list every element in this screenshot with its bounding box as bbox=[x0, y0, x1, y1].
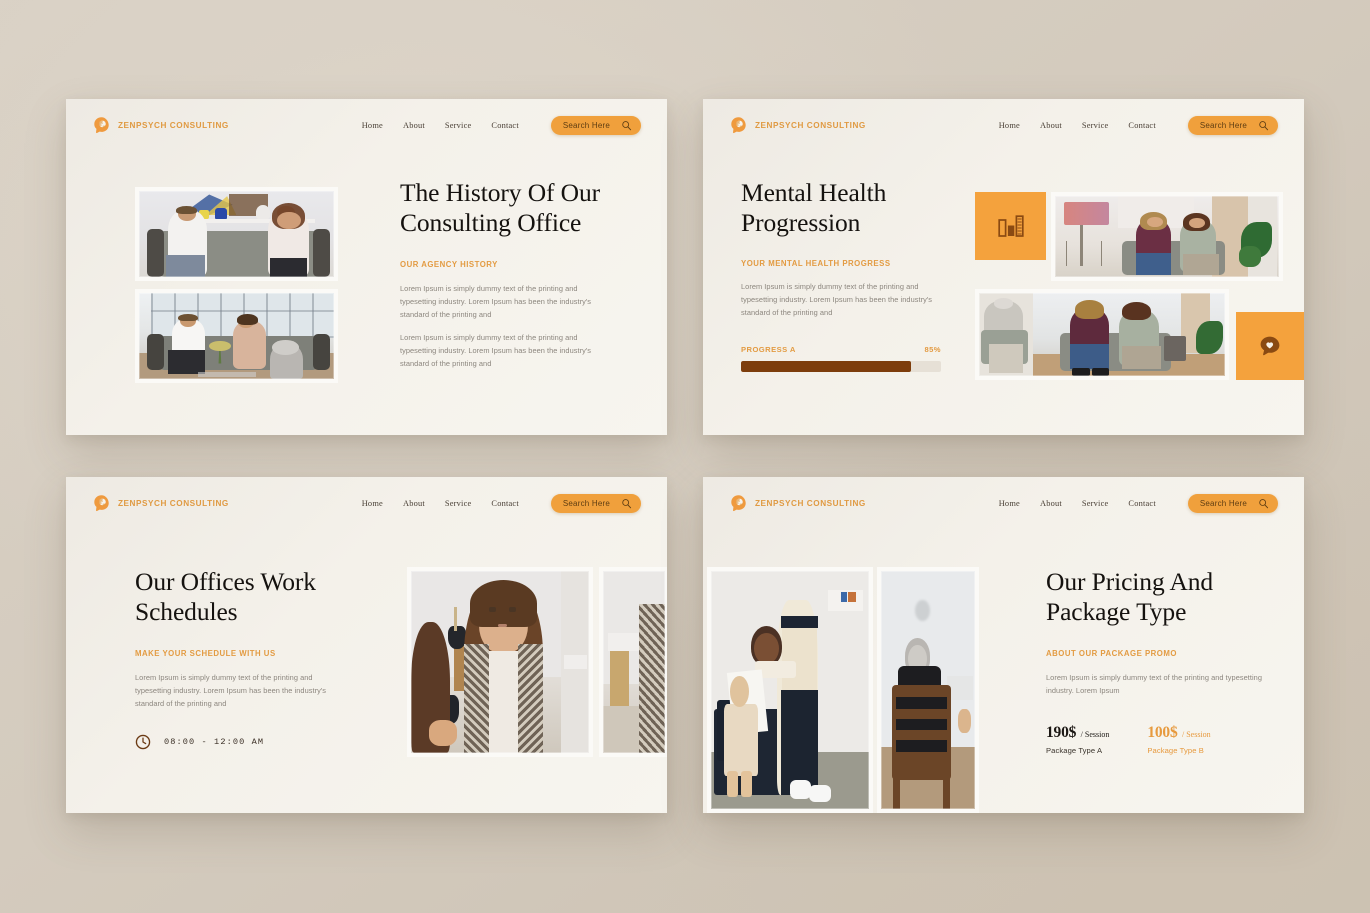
page-title: The History Of Our Consulting Office bbox=[400, 178, 601, 238]
nav-link-about[interactable]: About bbox=[1040, 121, 1062, 130]
photo-group-session bbox=[135, 289, 338, 383]
brain-head-icon bbox=[731, 116, 746, 133]
progress-block: PROGRESS A 85% bbox=[741, 345, 941, 373]
photo-counselor-portrait bbox=[407, 567, 593, 757]
brand-logo[interactable]: ZENPSYCH CONSULTING bbox=[92, 494, 229, 513]
brain-head-icon bbox=[94, 494, 109, 511]
search-button-label: Search Here bbox=[562, 498, 610, 508]
nav-link-service[interactable]: Service bbox=[445, 121, 472, 130]
nav-link-contact[interactable]: Contact bbox=[491, 499, 518, 508]
body-paragraph-1: Lorem Ipsum is simply dummy text of the … bbox=[400, 284, 592, 319]
package-a-amount: 190$ bbox=[1046, 723, 1077, 741]
package-a-unit: / Session bbox=[1080, 729, 1110, 739]
brand-name: ZENPSYCH CONSULTING bbox=[755, 120, 866, 130]
page-title: Mental Health Progression bbox=[741, 178, 887, 238]
search-button-label: Search Here bbox=[562, 120, 610, 130]
nav-link-about[interactable]: About bbox=[403, 121, 425, 130]
eyebrow-label: ABOUT OUR PACKAGE PROMO bbox=[1046, 649, 1177, 659]
body-paragraph-1: Lorem Ipsum is simply dummy text of the … bbox=[1046, 673, 1262, 695]
package-b-amount: 100$ bbox=[1147, 723, 1178, 741]
search-button-label: Search Here bbox=[1199, 120, 1247, 130]
slide-card-schedules[interactable]: ZENPSYCH CONSULTING Home About Service C… bbox=[66, 477, 667, 813]
tile-bar-chart bbox=[975, 192, 1046, 260]
body-paragraph-2: Lorem Ipsum is simply dummy text of the … bbox=[400, 333, 592, 368]
package-card-a[interactable]: 190$ / Session Package Type A bbox=[1046, 724, 1109, 755]
package-b-name: Package Type B bbox=[1147, 745, 1204, 755]
photo-therapy-lamp bbox=[1051, 192, 1283, 281]
progress-bar-fill bbox=[741, 361, 911, 373]
slide-header: ZENPSYCH CONSULTING Home About Service C… bbox=[66, 99, 667, 151]
brain-head-icon bbox=[94, 116, 109, 133]
search-button[interactable]: Search Here bbox=[550, 115, 641, 135]
slide-card-pricing[interactable]: ZENPSYCH CONSULTING Home About Service C… bbox=[703, 477, 1304, 813]
brand-name: ZENPSYCH CONSULTING bbox=[755, 498, 866, 508]
schedule-block: 08:00 - 12:00 AM bbox=[135, 734, 350, 750]
progress-percent: 85% bbox=[924, 345, 941, 355]
progress-bar-track bbox=[741, 361, 941, 373]
package-card-b[interactable]: 100$ / Session Package Type B bbox=[1147, 724, 1210, 755]
nav-link-contact[interactable]: Contact bbox=[491, 121, 518, 130]
brand-logo[interactable]: ZENPSYCH CONSULTING bbox=[729, 494, 866, 513]
main-nav[interactable]: Home About Service Contact Search Here bbox=[362, 493, 641, 513]
tile-heart-chat bbox=[1236, 312, 1304, 380]
main-nav[interactable]: Home About Service Contact Search Here bbox=[999, 115, 1278, 135]
photo-office-sliver bbox=[599, 567, 667, 757]
brand-name: ZENPSYCH CONSULTING bbox=[118, 498, 229, 508]
photo-group-therapy-wide bbox=[975, 289, 1229, 380]
search-icon bbox=[622, 498, 632, 508]
body-paragraph-1: Lorem Ipsum is simply dummy text of the … bbox=[741, 282, 933, 317]
pricing-block: 190$ / Session Package Type A 100$ / Ses… bbox=[1046, 724, 1264, 755]
nav-link-home[interactable]: Home bbox=[999, 121, 1020, 130]
brand-logo[interactable]: ZENPSYCH CONSULTING bbox=[729, 116, 866, 135]
brain-head-icon bbox=[731, 494, 746, 511]
page-title: Our Pricing And Package Type bbox=[1046, 567, 1214, 627]
slide-header: ZENPSYCH CONSULTING Home About Service C… bbox=[703, 477, 1304, 529]
slide-header: ZENPSYCH CONSULTING Home About Service C… bbox=[66, 477, 667, 529]
nav-link-service[interactable]: Service bbox=[445, 499, 472, 508]
slide-card-progression[interactable]: ZENPSYCH CONSULTING Home About Service C… bbox=[703, 99, 1304, 435]
schedule-hours: 08:00 - 12:00 AM bbox=[164, 737, 265, 748]
page-title: Our Offices Work Schedules bbox=[135, 567, 316, 627]
search-icon bbox=[1259, 120, 1269, 130]
nav-link-contact[interactable]: Contact bbox=[1128, 121, 1155, 130]
search-button[interactable]: Search Here bbox=[1187, 493, 1278, 513]
search-button-label: Search Here bbox=[1199, 498, 1247, 508]
package-a-name: Package Type A bbox=[1046, 745, 1103, 755]
search-button[interactable]: Search Here bbox=[1187, 115, 1278, 135]
search-icon bbox=[622, 120, 632, 130]
nav-link-home[interactable]: Home bbox=[362, 499, 383, 508]
body-paragraph-1: Lorem Ipsum is simply dummy text of the … bbox=[135, 673, 327, 708]
photo-client-chair bbox=[877, 567, 979, 813]
main-nav[interactable]: Home About Service Contact Search Here bbox=[362, 115, 641, 135]
heart-chat-icon bbox=[1260, 336, 1280, 356]
nav-link-contact[interactable]: Contact bbox=[1128, 499, 1155, 508]
progress-label: PROGRESS A bbox=[741, 345, 796, 355]
search-icon bbox=[1259, 498, 1269, 508]
eyebrow-label: YOUR MENTAL HEALTH PROGRESS bbox=[741, 259, 891, 269]
nav-link-home[interactable]: Home bbox=[362, 121, 383, 130]
photo-therapist-child bbox=[707, 567, 873, 813]
eyebrow-label: MAKE YOUR SCHEDULE WITH US bbox=[135, 649, 276, 659]
nav-link-service[interactable]: Service bbox=[1082, 499, 1109, 508]
bar-chart-icon bbox=[997, 215, 1024, 237]
nav-link-home[interactable]: Home bbox=[999, 499, 1020, 508]
search-button[interactable]: Search Here bbox=[550, 493, 641, 513]
brand-name: ZENPSYCH CONSULTING bbox=[118, 120, 229, 130]
photo-consulting-couple bbox=[135, 187, 338, 281]
eyebrow-label: OUR AGENCY HISTORY bbox=[400, 260, 498, 270]
package-b-unit: / Session bbox=[1181, 729, 1211, 739]
nav-link-about[interactable]: About bbox=[1040, 499, 1062, 508]
clock-icon bbox=[135, 735, 151, 750]
main-nav[interactable]: Home About Service Contact Search Here bbox=[999, 493, 1278, 513]
slide-header: ZENPSYCH CONSULTING Home About Service C… bbox=[703, 99, 1304, 151]
nav-link-service[interactable]: Service bbox=[1082, 121, 1109, 130]
slide-card-history[interactable]: ZENPSYCH CONSULTING Home About Service C… bbox=[66, 99, 667, 435]
nav-link-about[interactable]: About bbox=[403, 499, 425, 508]
brand-logo[interactable]: ZENPSYCH CONSULTING bbox=[92, 116, 229, 135]
